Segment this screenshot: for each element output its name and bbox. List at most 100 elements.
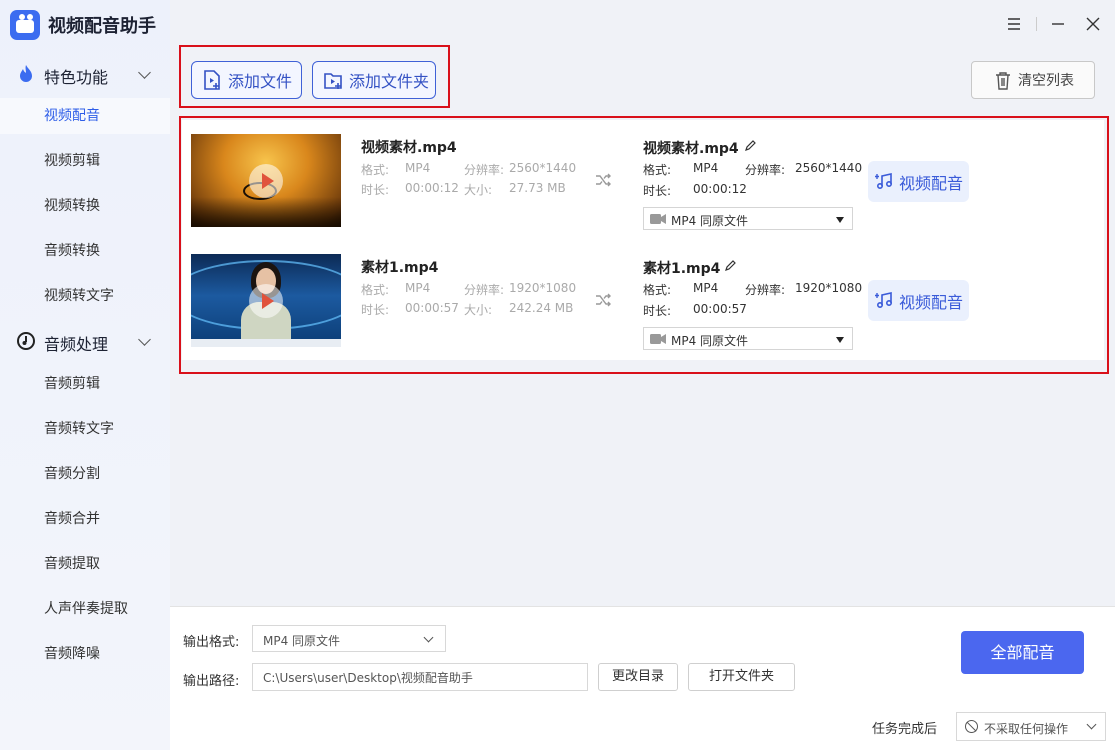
sidebar-item-video-to-text[interactable]: 视频转文字 [0, 278, 170, 314]
add-folder-icon [324, 73, 342, 89]
output-path-label: 输出路径: [183, 674, 240, 689]
file-row: 素材1.mp4 格式: MP4 分辨率: 1920*1080 时长: 00:00… [182, 240, 1104, 360]
video-thumbnail[interactable] [191, 254, 341, 347]
resolution-label: 分辨率: [464, 163, 505, 177]
nav-group-label: 特色功能 [44, 68, 109, 87]
global-output-format-select[interactable]: MP4 同原文件 [252, 625, 446, 652]
sidebar-item-audio-extract[interactable]: 音频提取 [0, 546, 170, 582]
caret-down-icon [836, 337, 844, 343]
output-format-label: 输出格式: [183, 635, 240, 650]
source-size: 242.24 MB [509, 301, 574, 315]
sidebar: 视频配音助手 特色功能 视频配音 视频剪辑 视频转换 音频转换 视频转文字 音频… [0, 0, 170, 750]
size-label: 大小: [464, 183, 493, 197]
output-resolution: 2560*1440 [795, 161, 863, 175]
output-format: MP4 [693, 161, 719, 175]
title-bar-divider [1036, 17, 1037, 31]
dub-video-label: 视频配音 [899, 173, 964, 193]
chevron-down-icon [1086, 719, 1097, 730]
play-icon[interactable] [249, 284, 283, 318]
sidebar-item-video-dubbing[interactable]: 视频配音 [0, 98, 170, 134]
output-file-name: 视频素材.mp4 [643, 141, 739, 157]
chevron-down-icon [138, 66, 151, 79]
video-thumbnail[interactable] [191, 134, 341, 227]
output-format-select[interactable]: MP4 同原文件 [643, 207, 853, 230]
nav-group-features[interactable]: 特色功能 [0, 56, 170, 90]
output-duration: 00:00:57 [693, 302, 747, 316]
edit-name-icon[interactable] [744, 139, 757, 152]
add-folder-label: 添加文件夹 [349, 72, 430, 91]
app-title: 视频配音助手 [48, 16, 156, 37]
sidebar-item-audio-split[interactable]: 音频分割 [0, 456, 170, 492]
dub-video-label: 视频配音 [899, 292, 964, 312]
video-camera-icon [650, 334, 666, 344]
source-file-name: 素材1.mp4 [361, 260, 439, 276]
source-duration: 00:00:57 [405, 301, 459, 315]
sidebar-item-audio-convert[interactable]: 音频转换 [0, 233, 170, 269]
duration-label: 时长: [361, 303, 390, 317]
source-size: 27.73 MB [509, 181, 566, 195]
output-duration: 00:00:12 [693, 182, 747, 196]
sidebar-item-audio-edit[interactable]: 音频剪辑 [0, 366, 170, 402]
prohibited-icon [965, 720, 978, 733]
output-format-select-value: MP4 同原文件 [671, 334, 749, 348]
format-label: 格式: [643, 283, 672, 297]
add-folder-button[interactable]: 添加文件夹 [312, 61, 436, 99]
sidebar-item-audio-merge[interactable]: 音频合并 [0, 501, 170, 537]
caret-down-icon [836, 217, 844, 223]
clear-list-label: 清空列表 [1018, 73, 1074, 89]
duration-label: 时长: [643, 184, 672, 198]
size-label: 大小: [464, 303, 493, 317]
duration-label: 时长: [643, 304, 672, 318]
edit-name-icon[interactable] [724, 259, 737, 272]
format-label: 格式: [361, 163, 390, 177]
menu-icon[interactable] [1004, 14, 1024, 34]
clear-list-button[interactable]: 清空列表 [971, 61, 1095, 99]
sidebar-item-audio-to-text[interactable]: 音频转文字 [0, 411, 170, 447]
output-resolution: 1920*1080 [795, 281, 863, 295]
output-file-name: 素材1.mp4 [643, 261, 721, 277]
music-note-icon [875, 292, 893, 309]
add-file-button[interactable]: 添加文件 [191, 61, 302, 99]
add-file-icon [204, 70, 220, 90]
resolution-label: 分辨率: [745, 163, 786, 177]
sidebar-item-video-edit[interactable]: 视频剪辑 [0, 143, 170, 179]
app-brand: 视频配音助手 [10, 8, 156, 42]
change-directory-button[interactable]: 更改目录 [598, 663, 678, 691]
source-file-name: 视频素材.mp4 [361, 140, 457, 156]
output-format: MP4 [693, 281, 719, 295]
format-label: 格式: [643, 163, 672, 177]
flame-icon [20, 65, 32, 82]
source-format: MP4 [405, 161, 431, 175]
open-folder-button[interactable]: 打开文件夹 [688, 663, 795, 691]
nav-group-audio[interactable]: 音频处理 [0, 323, 170, 357]
output-path-input[interactable] [252, 663, 588, 691]
shuffle-icon [596, 293, 611, 307]
after-task-label: 任务完成后 [872, 722, 938, 737]
source-resolution: 2560*1440 [509, 161, 577, 175]
dub-video-button[interactable]: 视频配音 [868, 280, 969, 321]
close-icon[interactable] [1083, 14, 1103, 34]
studio-desk [191, 339, 341, 347]
dub-video-button[interactable]: 视频配音 [868, 161, 969, 202]
output-format-select[interactable]: MP4 同原文件 [643, 327, 853, 350]
minimize-icon[interactable] [1048, 14, 1068, 34]
source-resolution: 1920*1080 [509, 281, 577, 295]
format-label: 格式: [361, 283, 390, 297]
file-list: 视频素材.mp4 格式: MP4 分辨率: 2560*1440 时长: 00:0… [182, 120, 1104, 360]
sidebar-item-audio-denoise[interactable]: 音频降噪 [0, 636, 170, 672]
after-task-select[interactable]: 不采取任何操作 [956, 712, 1106, 741]
chevron-down-icon [138, 333, 151, 346]
sidebar-item-vocal-extract[interactable]: 人声伴奏提取 [0, 591, 170, 627]
resolution-label: 分辨率: [464, 283, 505, 297]
app-logo-icon [10, 10, 40, 40]
dub-all-button[interactable]: 全部配音 [961, 631, 1084, 674]
duration-label: 时长: [361, 183, 390, 197]
play-icon[interactable] [249, 164, 283, 198]
shuffle-icon [596, 173, 611, 187]
global-output-format-value: MP4 同原文件 [263, 634, 341, 648]
file-row: 视频素材.mp4 格式: MP4 分辨率: 2560*1440 时长: 00:0… [182, 120, 1104, 240]
sidebar-item-video-convert[interactable]: 视频转换 [0, 188, 170, 224]
music-disc-icon [17, 332, 35, 350]
output-format-select-value: MP4 同原文件 [671, 214, 749, 228]
thumbnail-caption-bar [191, 197, 341, 227]
